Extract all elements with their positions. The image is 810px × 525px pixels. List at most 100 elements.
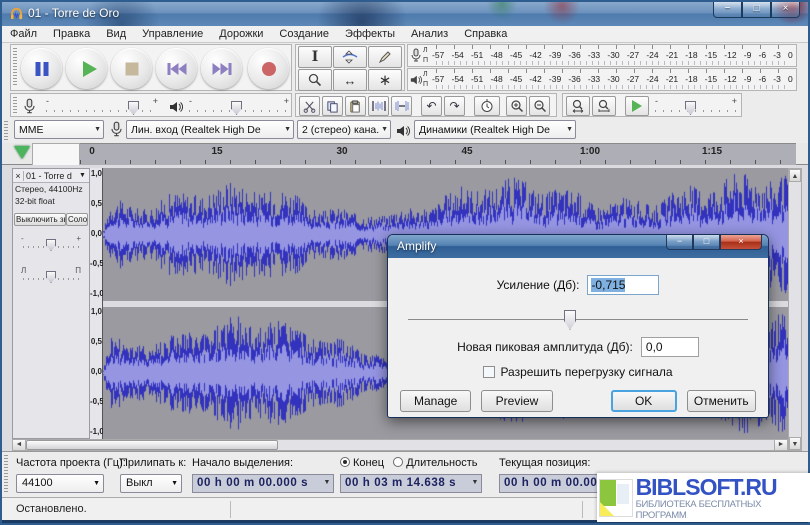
copy-icon bbox=[326, 100, 339, 113]
dialog-minimize-button[interactable]: − bbox=[666, 235, 693, 250]
solo-button[interactable]: Соло bbox=[66, 213, 88, 226]
menu-analyze[interactable]: Анализ bbox=[403, 26, 456, 43]
spinner-icon[interactable]: ▼ bbox=[471, 479, 479, 486]
meter-scale-number: -48 bbox=[490, 74, 502, 84]
project-rate-dropdown[interactable]: 44100▼ bbox=[16, 474, 104, 493]
new-peak-input[interactable]: 0,0 bbox=[641, 337, 699, 357]
ok-button[interactable]: OK bbox=[611, 390, 677, 412]
audio-host-dropdown[interactable]: MME▼ bbox=[14, 120, 104, 139]
track-menu-button[interactable]: ▼ bbox=[79, 172, 89, 179]
track-pan-slider[interactable]: Л П bbox=[21, 268, 81, 284]
recording-volume-slider[interactable]: - + bbox=[46, 97, 158, 115]
selection-start-field[interactable]: 00 h 00 m 00.000 s▼ bbox=[192, 474, 334, 493]
fit-project-button[interactable] bbox=[592, 96, 616, 116]
silence-audio-button[interactable] bbox=[391, 96, 412, 116]
menu-effects[interactable]: Эффекты bbox=[337, 26, 403, 43]
play-button[interactable] bbox=[66, 48, 107, 89]
length-radio[interactable] bbox=[393, 457, 403, 467]
end-radio[interactable] bbox=[340, 457, 350, 467]
menu-edit[interactable]: Правка bbox=[45, 26, 98, 43]
cut-button[interactable] bbox=[299, 96, 320, 116]
track-gain-slider[interactable]: - + bbox=[21, 236, 81, 252]
timeshift-tool-button[interactable]: ↔ bbox=[333, 69, 367, 91]
status-separator bbox=[582, 501, 583, 518]
scroll-left-arrow[interactable]: ◄ bbox=[13, 440, 26, 450]
recording-meter[interactable]: Л П -57-54-51-48-45-42-39-36-33-30-27-24… bbox=[407, 44, 797, 67]
menu-view[interactable]: Вид bbox=[98, 26, 134, 43]
selection-end-field[interactable]: 00 h 03 m 14.638 s▼ bbox=[340, 474, 482, 493]
end-radio-label[interactable]: Конец bbox=[353, 457, 384, 469]
toolbar-grabber[interactable] bbox=[4, 121, 8, 140]
track-close-button[interactable]: × bbox=[13, 171, 24, 181]
manage-button[interactable]: Manage bbox=[400, 390, 471, 412]
stop-button[interactable] bbox=[111, 48, 152, 89]
spinner-icon[interactable]: ▼ bbox=[323, 479, 331, 486]
menu-generate[interactable]: Создание bbox=[271, 26, 337, 43]
multi-tool-button[interactable]: ∗ bbox=[368, 69, 402, 91]
menu-file[interactable]: Файл bbox=[2, 26, 45, 43]
zoom-out-button[interactable] bbox=[529, 96, 550, 116]
trim-audio-button[interactable] bbox=[368, 96, 389, 116]
mute-button[interactable]: Выключить звук bbox=[14, 213, 66, 226]
timer-button[interactable] bbox=[474, 96, 500, 116]
record-button[interactable] bbox=[248, 48, 289, 89]
dialog-maximize-button[interactable]: □ bbox=[693, 235, 720, 250]
zoom-tool-button[interactable] bbox=[298, 69, 332, 91]
toolbar-grabber[interactable] bbox=[13, 48, 17, 87]
length-radio-label[interactable]: Длительность bbox=[406, 457, 477, 469]
track-title[interactable]: 01 - Torre d bbox=[24, 171, 79, 181]
selection-tool-button[interactable]: I bbox=[298, 46, 332, 68]
scroll-right-arrow[interactable]: ► bbox=[774, 440, 787, 450]
copy-button[interactable] bbox=[322, 96, 343, 116]
cancel-button[interactable]: Отменить bbox=[687, 390, 756, 412]
allow-clipping-checkbox[interactable] bbox=[483, 366, 495, 378]
undo-button[interactable]: ↶ bbox=[421, 96, 442, 116]
horizontal-scroll-thumb[interactable] bbox=[26, 440, 278, 450]
play-speed-slider[interactable]: - + bbox=[655, 97, 737, 115]
title-bar[interactable]: 01 - Torre de Oro − □ × bbox=[2, 2, 808, 26]
toolbar-grabber[interactable] bbox=[4, 455, 8, 494]
scroll-down-arrow[interactable]: ▼ bbox=[789, 437, 801, 450]
menu-transport[interactable]: Управление bbox=[134, 26, 211, 43]
play-at-speed-button[interactable] bbox=[625, 96, 649, 116]
maximize-button[interactable]: □ bbox=[742, 2, 771, 18]
amplification-input[interactable]: -0,715 bbox=[587, 275, 659, 295]
snap-to-dropdown[interactable]: Выкл▼ bbox=[120, 474, 182, 493]
dialog-close-button[interactable]: × bbox=[720, 235, 762, 250]
paste-button[interactable] bbox=[345, 96, 366, 116]
menu-help[interactable]: Справка bbox=[456, 26, 515, 43]
dialog-title-bar[interactable]: Amplify − □ × bbox=[388, 235, 768, 258]
pause-button[interactable] bbox=[21, 48, 62, 89]
preview-button[interactable]: Preview bbox=[481, 390, 552, 412]
close-button[interactable]: × bbox=[771, 2, 800, 18]
recording-volume-thumb[interactable] bbox=[128, 101, 139, 115]
zoom-in-button[interactable] bbox=[506, 96, 527, 116]
playback-volume-slider[interactable]: - + bbox=[189, 97, 289, 115]
draw-tool-button[interactable] bbox=[368, 46, 402, 68]
pan-thumb[interactable] bbox=[46, 271, 56, 283]
meter-scale-number: -12 bbox=[724, 74, 736, 84]
playback-volume-thumb[interactable] bbox=[231, 101, 242, 115]
recording-device-dropdown[interactable]: Лин. вход (Realtek High De▼ bbox=[126, 120, 294, 139]
redo-button[interactable]: ↷ bbox=[444, 96, 465, 116]
minimize-button[interactable]: − bbox=[713, 2, 742, 18]
scroll-up-arrow[interactable]: ▲ bbox=[789, 169, 801, 182]
gain-thumb[interactable] bbox=[46, 239, 56, 251]
menu-tracks[interactable]: Дорожки bbox=[211, 26, 271, 43]
envelope-tool-button[interactable] bbox=[333, 46, 367, 68]
skip-to-start-button[interactable] bbox=[156, 48, 197, 89]
pause-icon bbox=[35, 62, 48, 76]
zoom-to-selection-button[interactable] bbox=[566, 96, 590, 116]
horizontal-scrollbar[interactable]: ◄ ► bbox=[12, 439, 788, 451]
playback-device-dropdown[interactable]: Динамики (Realtek High De▼ bbox=[414, 120, 576, 139]
play-speed-thumb[interactable] bbox=[685, 101, 696, 115]
recording-channels-dropdown[interactable]: 2 (стерео) кана.▼ bbox=[297, 120, 391, 139]
toolbar-grabber[interactable] bbox=[13, 97, 17, 113]
skip-to-end-button[interactable] bbox=[201, 48, 242, 89]
slider-thumb[interactable] bbox=[564, 310, 576, 330]
timeline-ruler[interactable]: 0 15 30 45 1:00 1:15 bbox=[2, 143, 808, 165]
playback-meter[interactable]: Л П -57-54-51-48-45-42-39-36-33-30-27-24… bbox=[407, 68, 797, 91]
amplification-slider[interactable] bbox=[388, 309, 768, 331]
playhead-marker-icon[interactable] bbox=[14, 146, 30, 159]
vertical-scrollbar[interactable]: ▲ ▼ bbox=[788, 168, 802, 451]
